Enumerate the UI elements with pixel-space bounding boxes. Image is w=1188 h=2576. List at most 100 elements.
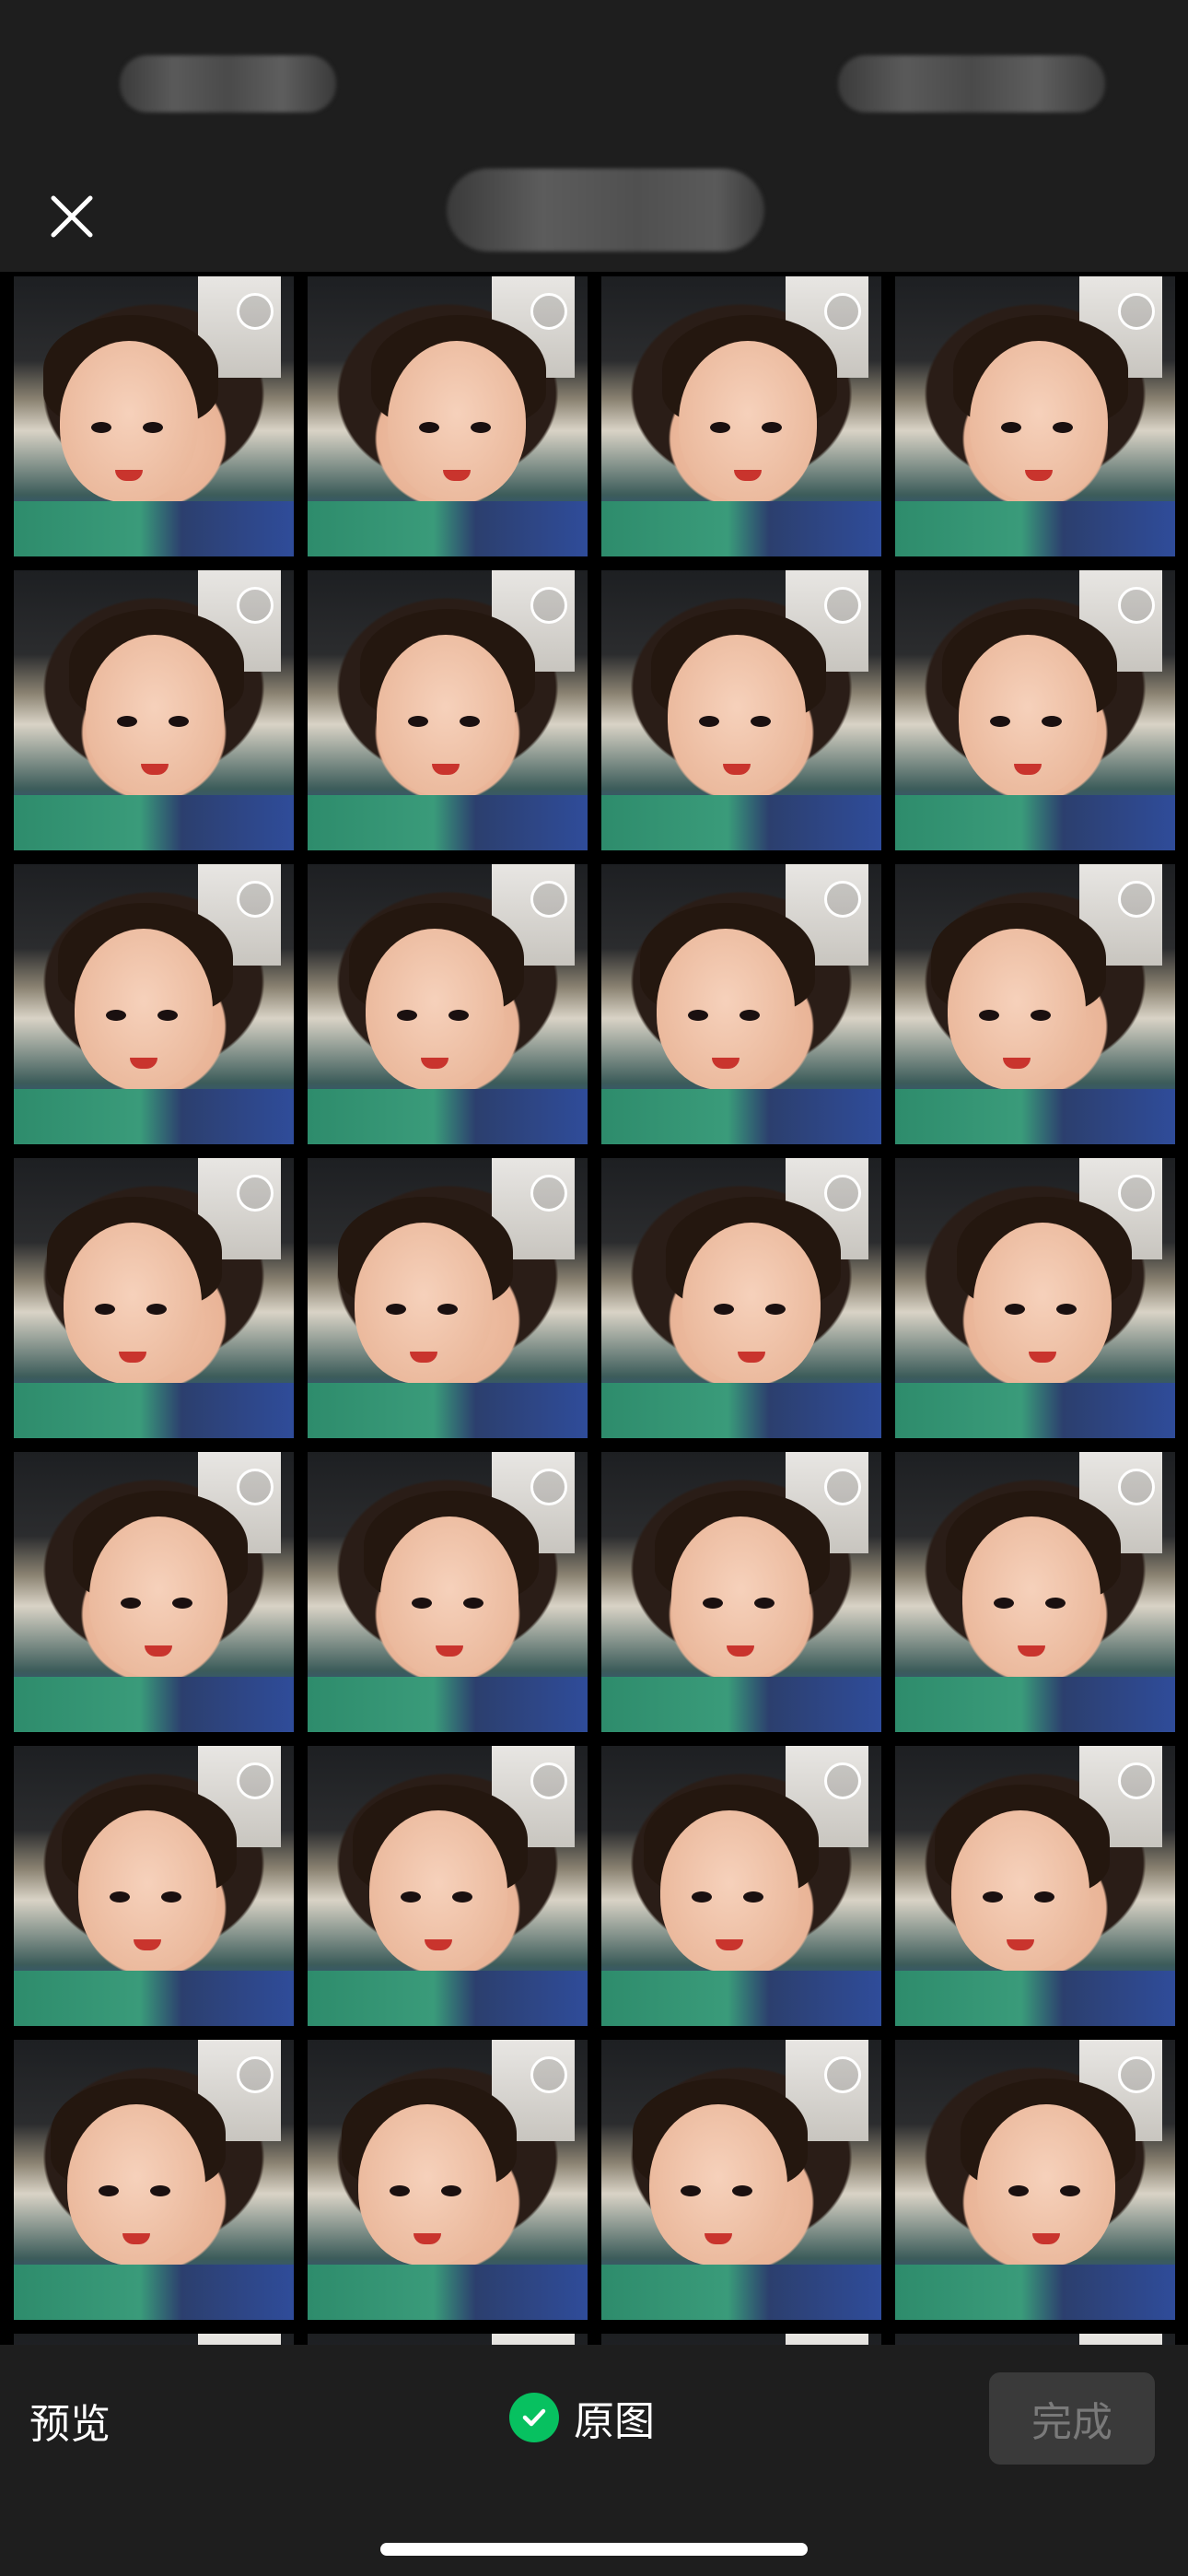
select-circle-icon[interactable] xyxy=(237,881,274,918)
photo-subject-eye xyxy=(146,1304,167,1315)
photo-subject-shirt xyxy=(895,2265,1175,2320)
photo-subject-eye xyxy=(412,1598,432,1609)
select-circle-icon[interactable] xyxy=(824,2056,861,2093)
photo-thumbnail[interactable] xyxy=(895,864,1175,1144)
photo-thumbnail[interactable] xyxy=(601,276,881,556)
select-circle-icon[interactable] xyxy=(530,1762,567,1799)
photo-thumbnail[interactable] xyxy=(601,1746,881,2026)
photo-thumbnail[interactable] xyxy=(895,2040,1175,2320)
photo-thumbnail[interactable] xyxy=(601,1158,881,1438)
preview-button[interactable]: 预览 xyxy=(29,2391,111,2450)
select-circle-icon[interactable] xyxy=(1118,881,1155,918)
photo-subject-eye xyxy=(714,1304,734,1315)
photo-subject-eye xyxy=(390,2185,410,2196)
photo-thumbnail[interactable] xyxy=(14,2334,294,2345)
photo-subject-eye xyxy=(765,1304,786,1315)
photo-thumbnail[interactable] xyxy=(895,276,1175,556)
photo-subject-shirt xyxy=(895,795,1175,850)
photo-subject-shirt xyxy=(14,1383,294,1438)
album-title-blurred[interactable] xyxy=(447,169,764,252)
select-circle-icon[interactable] xyxy=(1118,587,1155,624)
photo-thumbnail[interactable] xyxy=(308,864,588,1144)
select-circle-icon[interactable] xyxy=(824,587,861,624)
photo-thumbnail[interactable] xyxy=(14,570,294,850)
select-circle-icon[interactable] xyxy=(824,881,861,918)
photo-subject-eye xyxy=(452,1891,472,1903)
photo-subject-eye xyxy=(1034,1891,1054,1903)
photo-subject-eye xyxy=(681,2185,701,2196)
photo-thumbnail[interactable] xyxy=(14,2040,294,2320)
photo-subject-eye xyxy=(106,1010,126,1021)
photo-thumbnail[interactable] xyxy=(895,2334,1175,2345)
photo-subject-eye xyxy=(121,1598,141,1609)
photo-subject-eye xyxy=(91,422,111,433)
select-circle-icon[interactable] xyxy=(1118,1762,1155,1799)
photo-subject-eye xyxy=(1045,1598,1066,1609)
select-circle-icon[interactable] xyxy=(237,293,274,330)
select-circle-icon[interactable] xyxy=(824,1762,861,1799)
photo-thumbnail[interactable] xyxy=(601,570,881,850)
photo-thumbnail[interactable] xyxy=(895,570,1175,850)
background-light xyxy=(786,2334,868,2345)
photo-thumbnail[interactable] xyxy=(308,1452,588,1732)
photo-subject-eye xyxy=(1031,1010,1051,1021)
photo-thumbnail[interactable] xyxy=(895,1158,1175,1438)
photo-subject-shirt xyxy=(308,795,588,850)
select-circle-icon[interactable] xyxy=(237,2056,274,2093)
select-circle-icon[interactable] xyxy=(1118,2056,1155,2093)
photo-thumbnail[interactable] xyxy=(601,2040,881,2320)
photo-subject-shirt xyxy=(14,795,294,850)
photo-subject-eye xyxy=(437,1304,458,1315)
done-button[interactable]: 完成 xyxy=(989,2372,1155,2465)
select-circle-icon[interactable] xyxy=(824,293,861,330)
photo-thumbnail[interactable] xyxy=(14,276,294,556)
photo-thumbnail[interactable] xyxy=(308,2040,588,2320)
select-circle-icon[interactable] xyxy=(530,293,567,330)
photo-subject-eye xyxy=(397,1010,417,1021)
photo-thumbnail[interactable] xyxy=(14,864,294,1144)
select-circle-icon[interactable] xyxy=(1118,293,1155,330)
photo-thumbnail[interactable] xyxy=(895,1452,1175,1732)
photo-subject-eye xyxy=(401,1891,421,1903)
photo-subject-eye xyxy=(1001,422,1021,433)
home-indicator xyxy=(380,2543,808,2556)
photo-thumbnail[interactable] xyxy=(601,1452,881,1732)
photo-subject-eye xyxy=(699,716,719,727)
original-image-toggle[interactable]: 原图 xyxy=(509,2383,655,2452)
photo-thumbnail[interactable] xyxy=(14,1452,294,1732)
select-circle-icon[interactable] xyxy=(237,1175,274,1212)
select-circle-icon[interactable] xyxy=(237,587,274,624)
select-circle-icon[interactable] xyxy=(1118,1175,1155,1212)
photo-thumbnail[interactable] xyxy=(14,1746,294,2026)
select-circle-icon[interactable] xyxy=(530,881,567,918)
select-circle-icon[interactable] xyxy=(1118,1469,1155,1505)
photo-thumbnail[interactable] xyxy=(895,1746,1175,2026)
select-circle-icon[interactable] xyxy=(530,1469,567,1505)
select-circle-icon[interactable] xyxy=(530,1175,567,1212)
select-circle-icon[interactable] xyxy=(237,1762,274,1799)
photo-thumbnail[interactable] xyxy=(308,570,588,850)
photo-thumbnail[interactable] xyxy=(308,1746,588,2026)
photo-subject-eye xyxy=(762,422,782,433)
photo-thumbnail[interactable] xyxy=(601,2334,881,2345)
select-circle-icon[interactable] xyxy=(237,1469,274,1505)
photo-thumbnail[interactable] xyxy=(14,1158,294,1438)
photo-subject-shirt xyxy=(895,1089,1175,1144)
status-time-blurred xyxy=(120,55,336,112)
photo-grid xyxy=(0,272,1188,2345)
check-icon xyxy=(509,2393,559,2442)
photo-thumbnail[interactable] xyxy=(308,1158,588,1438)
photo-subject-eye xyxy=(740,1010,760,1021)
nav-bar xyxy=(0,161,1188,272)
select-circle-icon[interactable] xyxy=(824,1175,861,1212)
photo-thumbnail[interactable] xyxy=(308,2334,588,2345)
select-circle-icon[interactable] xyxy=(530,2056,567,2093)
close-button[interactable] xyxy=(28,172,116,261)
bottom-bar: 预览 原图 完成 xyxy=(0,2345,1188,2576)
photo-thumbnail[interactable] xyxy=(601,864,881,1144)
select-circle-icon[interactable] xyxy=(824,1469,861,1505)
photo-subject-eye xyxy=(979,1010,999,1021)
photo-thumbnail[interactable] xyxy=(308,276,588,556)
photo-subject-eye xyxy=(448,1010,469,1021)
select-circle-icon[interactable] xyxy=(530,587,567,624)
